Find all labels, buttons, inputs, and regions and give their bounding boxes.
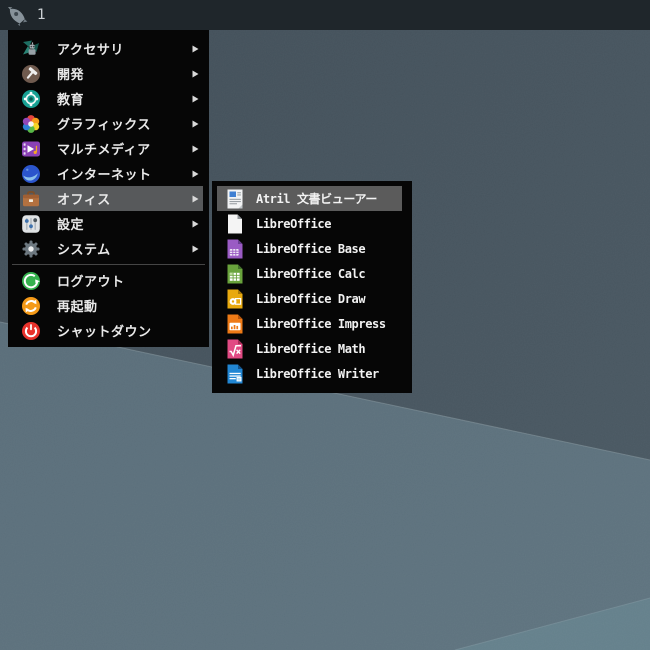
menu-item-system[interactable]: システム bbox=[20, 236, 203, 261]
menu-item-multimedia[interactable]: マルチメディア bbox=[20, 136, 203, 161]
libreoffice-base-icon bbox=[224, 238, 246, 260]
submenu-arrow-icon bbox=[192, 170, 203, 178]
atril-document-viewer-icon bbox=[224, 188, 246, 210]
menu-item-label: アクセサリ bbox=[57, 43, 124, 58]
menu-item-label: マルチメディア bbox=[57, 143, 151, 158]
submenu-arrow-icon bbox=[192, 220, 203, 228]
submenu-item-label: LibreOffice Impress bbox=[256, 316, 386, 331]
submenu-item-libreoffice-impress[interactable]: LibreOffice Impress bbox=[217, 311, 402, 336]
submenu-item-libreoffice[interactable]: LibreOffice bbox=[217, 211, 402, 236]
submenu-arrow-icon bbox=[192, 70, 203, 78]
workspace-indicator[interactable]: 1 bbox=[37, 0, 46, 30]
menu-item-education[interactable]: 教育 bbox=[20, 86, 203, 111]
menu-item-settings[interactable]: 設定 bbox=[20, 211, 203, 236]
menu-item-label: システム bbox=[57, 243, 111, 258]
menu-item-internet[interactable]: インターネット bbox=[20, 161, 203, 186]
education-icon bbox=[21, 89, 41, 109]
menu-item-development[interactable]: 開発 bbox=[20, 61, 203, 86]
menu-separator bbox=[12, 264, 205, 265]
libreoffice-math-icon bbox=[224, 338, 246, 360]
submenu-item-atril[interactable]: Atril 文書ビューアー bbox=[217, 186, 402, 211]
submenu-item-libreoffice-calc[interactable]: LibreOffice Calc bbox=[217, 261, 402, 286]
menu-item-label: オフィス bbox=[57, 193, 111, 208]
submenu-item-libreoffice-draw[interactable]: LibreOffice Draw bbox=[217, 286, 402, 311]
libreoffice-calc-icon bbox=[224, 263, 246, 285]
submenu-item-label: LibreOffice bbox=[256, 216, 332, 231]
submenu-item-label: LibreOffice Writer bbox=[256, 366, 379, 381]
menu-item-label: グラフィックス bbox=[57, 118, 151, 133]
development-hammer-icon bbox=[21, 64, 41, 84]
office-briefcase-icon bbox=[21, 189, 41, 209]
menu-item-label: 教育 bbox=[57, 93, 85, 108]
restart-icon bbox=[21, 296, 41, 316]
multimedia-icon bbox=[21, 139, 41, 159]
submenu-item-libreoffice-writer[interactable]: LibreOffice Writer bbox=[217, 361, 402, 386]
menu-item-graphics[interactable]: グラフィックス bbox=[20, 111, 203, 136]
menu-item-accessories[interactable]: アクセサリ bbox=[20, 36, 203, 61]
submenu-item-label: LibreOffice Draw bbox=[256, 291, 366, 306]
graphics-icon bbox=[21, 114, 41, 134]
submenu-item-libreoffice-math[interactable]: LibreOffice Math bbox=[217, 336, 402, 361]
submenu-arrow-icon bbox=[192, 195, 203, 203]
submenu-arrow-icon bbox=[192, 120, 203, 128]
submenu-arrow-icon bbox=[192, 95, 203, 103]
menu-item-label: ログアウト bbox=[57, 275, 125, 290]
libreoffice-impress-icon bbox=[224, 313, 246, 335]
system-gear-icon bbox=[21, 239, 41, 259]
menu-item-shutdown[interactable]: シャットダウン bbox=[20, 318, 203, 343]
menu-item-label: インターネット bbox=[57, 168, 152, 183]
menu-item-restart[interactable]: 再起動 bbox=[20, 293, 203, 318]
office-submenu: Atril 文書ビューアー LibreOffice LibreOffice Ba… bbox=[212, 181, 412, 393]
rocket-icon[interactable] bbox=[7, 5, 28, 26]
desktop: 1 アクセサリ 開発 教育 グラフィックス マルチメディア インターネット オフ… bbox=[0, 0, 650, 650]
submenu-arrow-icon bbox=[192, 145, 203, 153]
settings-icon bbox=[21, 214, 41, 234]
submenu-item-label: LibreOffice Math bbox=[256, 341, 366, 356]
applications-menu: アクセサリ 開発 教育 グラフィックス マルチメディア インターネット オフィス… bbox=[8, 30, 209, 347]
submenu-item-list: Atril 文書ビューアー LibreOffice LibreOffice Ba… bbox=[212, 186, 412, 386]
libreoffice-writer-icon bbox=[224, 363, 246, 385]
submenu-item-label: LibreOffice Base bbox=[256, 241, 366, 256]
menu-item-label: 設定 bbox=[57, 218, 85, 233]
internet-icon bbox=[21, 164, 41, 184]
libreoffice-draw-icon bbox=[224, 288, 246, 310]
menu-item-logout[interactable]: ログアウト bbox=[20, 268, 203, 293]
menu-category-list: アクセサリ 開発 教育 グラフィックス マルチメディア インターネット オフィス… bbox=[8, 36, 209, 261]
libreoffice-icon bbox=[224, 213, 246, 235]
accessories-icon bbox=[21, 39, 41, 59]
menu-item-label: 開発 bbox=[57, 68, 85, 83]
submenu-item-label: LibreOffice Calc bbox=[256, 266, 366, 281]
logout-icon bbox=[21, 271, 41, 291]
submenu-item-label: Atril 文書ビューアー bbox=[256, 192, 377, 206]
menu-item-label: 再起動 bbox=[57, 300, 98, 315]
top-bar: 1 bbox=[0, 0, 650, 30]
menu-item-office[interactable]: オフィス bbox=[20, 186, 203, 211]
shutdown-icon bbox=[21, 321, 41, 341]
submenu-arrow-icon bbox=[192, 45, 203, 53]
menu-session-list: ログアウト 再起動 シャットダウン bbox=[8, 268, 209, 343]
submenu-arrow-icon bbox=[192, 245, 203, 253]
submenu-item-libreoffice-base[interactable]: LibreOffice Base bbox=[217, 236, 402, 261]
menu-item-label: シャットダウン bbox=[57, 325, 152, 340]
